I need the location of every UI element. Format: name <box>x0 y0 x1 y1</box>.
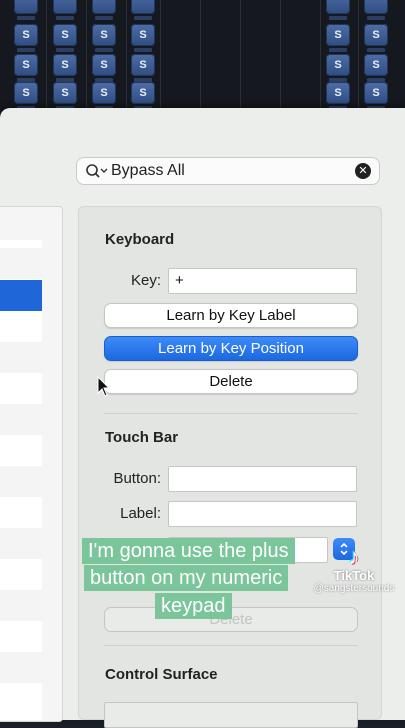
watermark-handle: @sangstersounds <box>313 583 395 594</box>
grid-line <box>358 0 359 112</box>
solo-button[interactable]: S <box>92 54 116 82</box>
grid-line <box>86 0 87 112</box>
list-item[interactable] <box>0 590 42 621</box>
mixer-strip: S S S S S S S S S S S S S S S S S S <box>0 0 405 112</box>
search-icon[interactable] <box>85 161 111 181</box>
solo-button[interactable]: S <box>364 24 388 52</box>
solo-button[interactable] <box>92 0 116 20</box>
grid-line <box>320 0 321 112</box>
touch-bar-label-label: Label: <box>120 505 161 522</box>
tiktok-logo-icon: ♪ <box>348 544 360 569</box>
list-item[interactable] <box>0 652 42 683</box>
solo-button[interactable]: S <box>53 54 77 82</box>
control-surface-section-title: Control Surface <box>105 666 218 683</box>
solo-button[interactable]: S <box>53 24 77 52</box>
learn-by-key-label-button[interactable]: Learn by Key Label <box>104 303 358 328</box>
grid-line <box>240 0 241 112</box>
solo-button[interactable]: S <box>131 82 155 110</box>
command-list[interactable] <box>0 240 42 720</box>
list-item[interactable] <box>0 528 42 559</box>
solo-button[interactable]: S <box>364 82 388 110</box>
grid-line <box>160 0 161 112</box>
solo-button[interactable]: S <box>326 54 350 82</box>
solo-button[interactable]: S <box>326 24 350 52</box>
solo-button[interactable] <box>326 0 350 20</box>
search-input[interactable]: Bypass All <box>111 162 185 180</box>
keyboard-delete-button[interactable]: Delete <box>104 369 358 394</box>
solo-button[interactable]: S <box>364 54 388 82</box>
grid-line <box>46 0 47 112</box>
list-item[interactable] <box>0 342 42 373</box>
touch-bar-button-label: Button: <box>113 470 161 487</box>
list-item[interactable] <box>0 404 42 435</box>
solo-button[interactable]: S <box>14 54 38 82</box>
solo-button[interactable] <box>53 0 77 20</box>
solo-button[interactable]: S <box>92 24 116 52</box>
solo-button[interactable] <box>14 0 38 20</box>
solo-button[interactable]: S <box>14 24 38 52</box>
solo-button[interactable]: S <box>131 24 155 52</box>
solo-button[interactable]: S <box>14 82 38 110</box>
solo-button[interactable]: S <box>92 82 116 110</box>
list-item-selected[interactable] <box>0 280 42 311</box>
key-label: Key: <box>130 272 161 289</box>
list-item[interactable] <box>0 466 42 497</box>
solo-button[interactable]: S <box>131 54 155 82</box>
mouse-cursor-icon <box>97 376 111 397</box>
list-item[interactable] <box>0 248 42 279</box>
section-divider <box>104 645 358 646</box>
learn-by-key-position-button[interactable]: Learn by Key Position <box>104 336 358 361</box>
caption-line: button on my numeric <box>84 565 289 591</box>
key-field[interactable]: + <box>168 268 357 294</box>
keyboard-section-title: Keyboard <box>105 231 175 248</box>
solo-button[interactable]: S <box>53 82 77 110</box>
grid-line <box>126 0 127 112</box>
watermark-name: TikTok <box>333 568 375 583</box>
clear-search-icon[interactable]: ✕ <box>355 163 371 179</box>
touch-bar-label-field[interactable] <box>168 501 357 527</box>
search-field[interactable]: Bypass All ✕ <box>76 157 380 185</box>
solo-button[interactable] <box>364 0 388 20</box>
grid-line <box>200 0 201 112</box>
touch-bar-button-field[interactable] <box>168 466 357 492</box>
tiktok-watermark: ♪ TikTok @sangstersounds <box>309 544 399 595</box>
solo-button[interactable] <box>131 0 155 20</box>
section-divider <box>104 413 358 414</box>
solo-button[interactable]: S <box>326 82 350 110</box>
control-surface-field[interactable] <box>104 702 358 728</box>
caption-line: I'm gonna use the plus <box>82 538 295 564</box>
caption-line: keypad <box>155 593 232 619</box>
grid-line <box>280 0 281 112</box>
touch-bar-section-title: Touch Bar <box>105 429 179 446</box>
